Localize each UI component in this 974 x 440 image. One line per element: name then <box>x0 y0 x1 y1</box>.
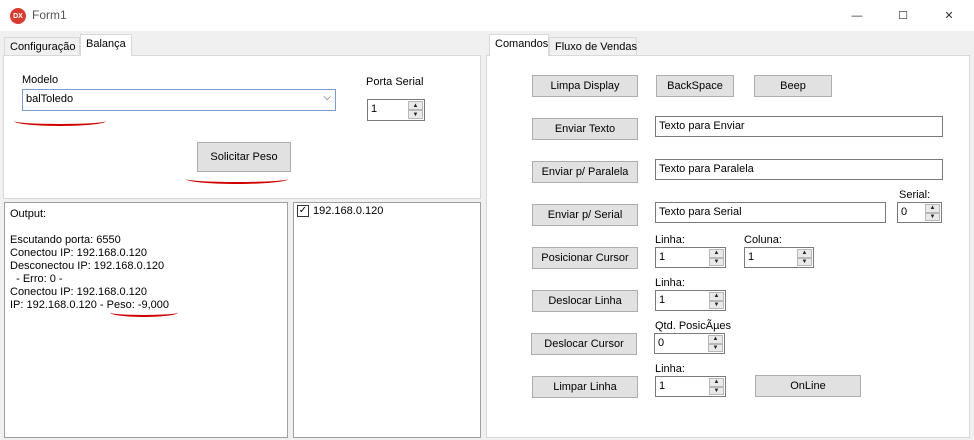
posicionar-cursor-button[interactable]: Posicionar Cursor <box>532 247 638 269</box>
limpar-linha-button[interactable]: Limpar Linha <box>532 376 638 398</box>
deslocar-linha-button[interactable]: Deslocar Linha <box>532 290 638 312</box>
pos-linha-stepper[interactable]: 1 ▲ ▼ <box>655 247 726 268</box>
tab-configuracao[interactable]: Configuração <box>4 37 80 57</box>
spin-up-icon[interactable]: ▲ <box>797 249 812 258</box>
desl-linha-stepper[interactable]: 1 ▲ ▼ <box>655 290 726 311</box>
app-icon: DX <box>10 8 26 24</box>
tab-comandos[interactable]: Comandos <box>489 34 549 56</box>
chevron-down-icon: ⌵ <box>323 92 331 103</box>
output-memo[interactable]: Output: Escutando porta: 6550 Conectou I… <box>4 202 288 438</box>
spin-down-icon[interactable]: ▼ <box>708 343 723 352</box>
spin-down-icon[interactable]: ▼ <box>797 257 812 266</box>
red-annotation-underline <box>110 308 178 317</box>
minimize-button[interactable]: — <box>834 0 880 31</box>
porta-serial-value: 1 <box>371 103 378 115</box>
output-line: Conectou IP: 192.168.0.120 <box>10 247 147 259</box>
spin-down-icon[interactable]: ▼ <box>709 257 724 266</box>
ip-list-item: 192.168.0.120 <box>313 205 384 217</box>
checkbox-checked-icon[interactable]: ✓ <box>297 205 309 217</box>
spin-down-icon[interactable]: ▼ <box>925 212 940 221</box>
limpar-linha-value: 1 <box>659 380 666 392</box>
desl-linha-label: Linha: <box>655 277 685 289</box>
limpar-linha-stepper[interactable]: 1 ▲ ▼ <box>655 376 726 397</box>
texto-serial-input[interactable]: Texto para Serial <box>655 202 886 223</box>
output-line: Conectou IP: 192.168.0.120 <box>10 286 147 298</box>
enviar-serial-button[interactable]: Enviar p/ Serial <box>532 204 638 226</box>
serial-stepper[interactable]: 0 ▲ ▼ <box>897 202 942 223</box>
serial-label: Serial: <box>899 189 931 201</box>
window-title: Form1 <box>32 8 67 22</box>
spin-up-icon[interactable]: ▲ <box>709 292 724 301</box>
texto-paralela-input[interactable]: Texto para Paralela <box>655 159 943 180</box>
texto-enviar-input[interactable]: Texto para Enviar <box>655 116 943 137</box>
spin-up-icon[interactable]: ▲ <box>709 249 724 258</box>
spin-up-icon[interactable]: ▲ <box>408 101 423 110</box>
backspace-button[interactable]: BackSpace <box>656 75 734 97</box>
modelo-select-value: balToledo <box>26 93 74 105</box>
deslocar-cursor-button[interactable]: Deslocar Cursor <box>531 333 637 355</box>
maximize-button[interactable]: ☐ <box>880 0 926 31</box>
output-line: Desconectou IP: 192.168.0.120 <box>10 260 165 272</box>
qtd-posicoes-stepper[interactable]: 0 ▲ ▼ <box>654 333 725 354</box>
online-button[interactable]: OnLine <box>755 375 861 397</box>
porta-serial-label: Porta Serial <box>366 76 424 88</box>
title-bar <box>0 0 974 31</box>
output-line: Escutando porta: 6550 <box>10 234 121 246</box>
enviar-paralela-button[interactable]: Enviar p/ Paralela <box>532 161 638 183</box>
spin-up-icon[interactable]: ▲ <box>708 335 723 344</box>
red-annotation-underline <box>186 174 288 184</box>
spin-up-icon[interactable]: ▲ <box>709 378 724 387</box>
modelo-label: Modelo <box>22 74 59 86</box>
modelo-select[interactable]: balToledo ⌵ <box>22 89 336 111</box>
limpa-display-button[interactable]: Limpa Display <box>532 75 638 97</box>
spin-up-icon[interactable]: ▲ <box>925 204 940 213</box>
coluna-label: Coluna: <box>744 234 782 246</box>
tab-fluxo-de-vendas[interactable]: Fluxo de Vendas <box>549 37 637 57</box>
output-line: - Erro: 0 - <box>10 273 63 285</box>
limpar-linha-label: Linha: <box>655 363 685 375</box>
pos-coluna-stepper[interactable]: 1 ▲ ▼ <box>744 247 814 268</box>
ip-checklist <box>293 202 481 438</box>
porta-serial-stepper[interactable]: 1 ▲ ▼ <box>367 99 425 121</box>
red-annotation-underline <box>14 116 106 126</box>
qtd-posicoes-value: 0 <box>658 337 665 349</box>
serial-value: 0 <box>901 206 908 218</box>
pos-coluna-value: 1 <box>748 251 755 263</box>
spin-down-icon[interactable]: ▼ <box>709 300 724 309</box>
output-line: Output: <box>10 208 47 220</box>
desl-linha-value: 1 <box>659 294 666 306</box>
spin-down-icon[interactable]: ▼ <box>709 386 724 395</box>
linha-label: Linha: <box>655 234 685 246</box>
tab-balanca[interactable]: Balança <box>80 34 132 56</box>
pos-linha-value: 1 <box>659 251 666 263</box>
spin-down-icon[interactable]: ▼ <box>408 110 423 119</box>
qtd-posicoes-label: Qtd. PosicÃµes <box>655 320 732 332</box>
enviar-texto-button[interactable]: Enviar Texto <box>532 118 638 140</box>
close-button[interactable]: ✕ <box>926 0 972 31</box>
solicitar-peso-button[interactable]: Solicitar Peso <box>197 142 291 172</box>
beep-button[interactable]: Beep <box>754 75 832 97</box>
